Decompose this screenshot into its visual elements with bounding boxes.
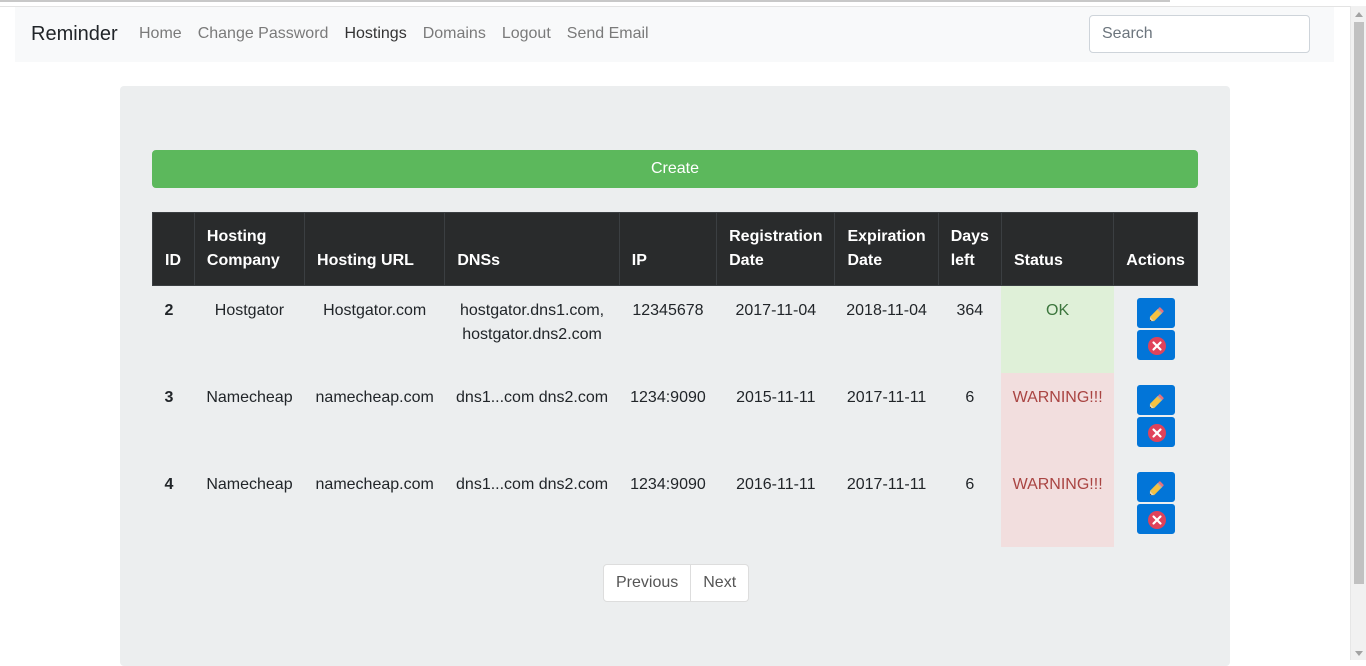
- table-header-row: ID Hosting Company Hosting URL DNSs IP R…: [152, 212, 1198, 286]
- cell-expiration-date: 2017-11-11: [846, 475, 927, 493]
- previous-page-button[interactable]: Previous: [603, 564, 692, 602]
- nav-domains[interactable]: Domains: [423, 25, 486, 43]
- col-header-hosting-url: Hosting URL: [304, 212, 446, 286]
- delete-icon: [1147, 423, 1166, 442]
- cell-registration-date: 2015-11-11: [736, 388, 816, 406]
- status-badge: OK: [1001, 285, 1114, 373]
- pencil-icon: [1149, 393, 1164, 408]
- cell-expiration-date: 2017-11-11: [846, 388, 927, 406]
- delete-icon: [1147, 337, 1166, 355]
- status-badge: WARNING!!!: [1001, 372, 1114, 460]
- cell-expiration-date: 2018-11-04: [846, 302, 927, 319]
- nav-change-password[interactable]: Change Password: [198, 25, 329, 43]
- pagination: Previous Next: [603, 564, 750, 602]
- col-header-dnss: DNSs: [444, 212, 620, 286]
- browser-top-line: [0, 0, 1170, 2]
- main-panel: Create ID Hosting Company Hosting URL DN…: [120, 86, 1230, 666]
- nav-home[interactable]: Home: [139, 25, 182, 43]
- cell-actions: [1114, 286, 1198, 373]
- delete-button[interactable]: [1136, 330, 1175, 360]
- cell-registration-date: 2017-11-04: [735, 302, 817, 319]
- col-header-expiration-date: Expiration Date: [834, 212, 939, 286]
- cell-ip: 12345678: [632, 302, 704, 319]
- table-row: 2 Hostgator Hostgator.com hostgator.dns1…: [153, 285, 1198, 373]
- delete-icon: [1147, 510, 1166, 529]
- cell-hosting-url: Hostgator.com: [323, 302, 427, 319]
- scrollbar[interactable]: [1350, 6, 1366, 660]
- cell-days-left: 364: [956, 302, 984, 319]
- edit-button[interactable]: [1136, 384, 1175, 415]
- create-button[interactable]: Create: [152, 150, 1198, 188]
- table-row: 4 Namecheap namecheap.com dns1...com dns…: [153, 459, 1198, 547]
- col-header-ip: IP: [618, 212, 718, 286]
- cell-id: 3: [164, 388, 174, 406]
- cell-id: 4: [164, 475, 174, 493]
- col-header-hosting-company: Hosting Company: [193, 212, 306, 286]
- hostings-table: ID Hosting Company Hosting URL DNSs IP R…: [152, 212, 1198, 547]
- cell-days-left: 6: [965, 388, 975, 406]
- scroll-up-icon[interactable]: [1355, 12, 1363, 17]
- status-badge: WARNING!!!: [1001, 459, 1114, 547]
- nav-links: Home Change Password Hostings Domains Lo…: [139, 25, 649, 43]
- navbar: Reminder Home Change Password Hostings D…: [15, 7, 1334, 62]
- cell-hosting-company: Namecheap: [206, 475, 293, 493]
- cell-hosting-url: namecheap.com: [315, 388, 434, 406]
- cell-ip: 1234:9090: [630, 388, 706, 406]
- table-row: 3 Namecheap namecheap.com dns1...com dns…: [153, 372, 1198, 460]
- edit-button[interactable]: [1136, 298, 1175, 328]
- cell-dnss: hostgator.dns1.com, hostgator.dns2.com: [460, 302, 605, 343]
- pencil-icon: [1149, 307, 1164, 322]
- cell-days-left: 6: [965, 475, 975, 493]
- pencil-icon: [1149, 480, 1164, 495]
- cell-actions: [1114, 460, 1198, 547]
- cell-hosting-url: namecheap.com: [315, 475, 434, 493]
- cell-actions: [1114, 373, 1198, 460]
- delete-button[interactable]: [1136, 416, 1175, 447]
- cell-dnss: dns1...com dns2.com: [456, 475, 609, 493]
- cell-id: 2: [164, 302, 174, 319]
- next-page-button[interactable]: Next: [691, 564, 750, 602]
- cell-hosting-company: Hostgator: [214, 302, 285, 319]
- search-input[interactable]: [1089, 15, 1310, 53]
- scrollbar-thumb[interactable]: [1354, 22, 1364, 584]
- nav-send-email[interactable]: Send Email: [567, 25, 649, 43]
- cell-registration-date: 2016-11-11: [736, 475, 816, 493]
- col-header-registration-date: Registration Date: [716, 212, 836, 286]
- edit-button[interactable]: [1136, 471, 1175, 502]
- nav-hostings[interactable]: Hostings: [344, 25, 406, 43]
- delete-button[interactable]: [1136, 503, 1175, 534]
- col-header-days-left: Days left: [937, 212, 1002, 286]
- cell-hosting-company: Namecheap: [206, 388, 293, 406]
- scroll-down-icon[interactable]: [1355, 651, 1363, 656]
- nav-logout[interactable]: Logout: [502, 25, 551, 43]
- cell-dnss: dns1...com dns2.com: [456, 388, 609, 406]
- col-header-id: ID: [152, 212, 195, 286]
- col-header-actions: Actions: [1113, 212, 1198, 286]
- cell-ip: 1234:9090: [630, 475, 706, 493]
- navbar-brand[interactable]: Reminder: [31, 23, 118, 46]
- col-header-status: Status: [1000, 212, 1115, 286]
